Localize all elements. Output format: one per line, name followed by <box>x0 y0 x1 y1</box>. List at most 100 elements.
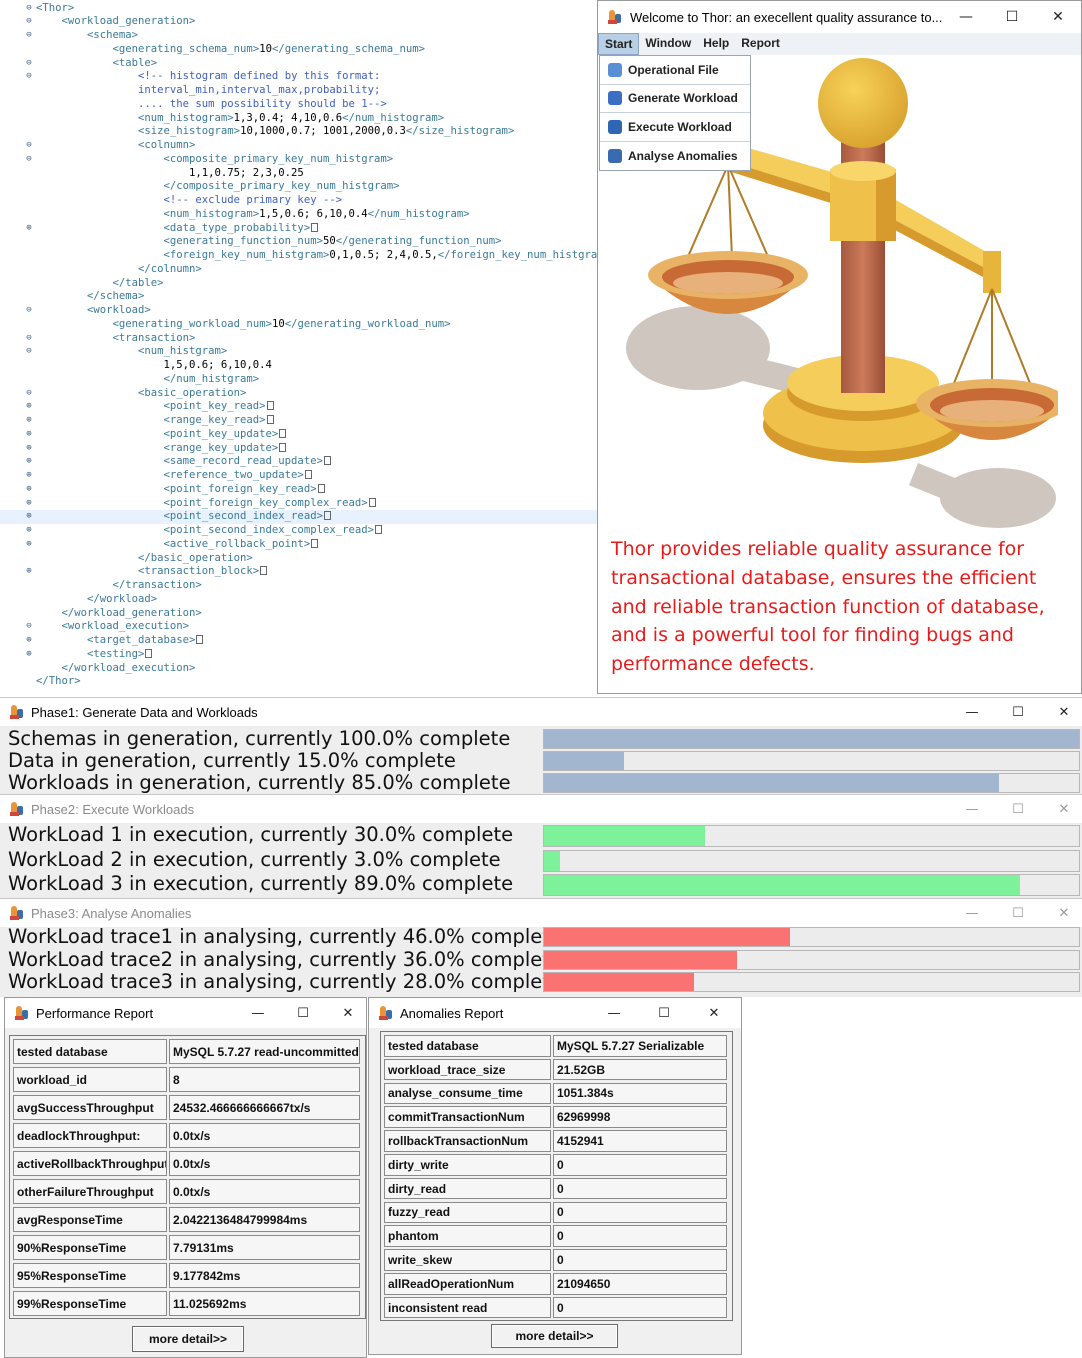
expand-fold-icon[interactable]: ⊕ <box>24 222 34 236</box>
xml-line[interactable]: .... the sum possibility should be 1--> <box>0 98 597 112</box>
expand-fold-icon[interactable]: ⊕ <box>24 483 34 497</box>
minimize-button[interactable]: — <box>943 1 989 33</box>
xml-line[interactable]: 1,5,0.6; 6,10,0.4 <box>0 359 597 373</box>
close-button[interactable]: ✕ <box>691 998 737 1028</box>
xml-line[interactable]: </Thor> <box>0 675 597 689</box>
xml-line[interactable]: </transaction> <box>0 579 597 593</box>
perf-more-detail-button[interactable]: more detail>> <box>132 1326 244 1352</box>
expand-fold-icon[interactable]: ⊕ <box>24 497 34 511</box>
phase-title-bar[interactable]: Phase2: Execute Workloads <box>0 795 1082 823</box>
xml-line[interactable]: </schema> <box>0 290 597 304</box>
expand-fold-icon[interactable]: ⊕ <box>24 634 34 648</box>
collapse-fold-icon[interactable]: ⊖ <box>24 153 34 167</box>
xml-line[interactable]: ⊖ <basic_operation> <box>0 387 597 401</box>
minimize-button[interactable]: — <box>591 998 637 1028</box>
xml-line[interactable]: </workload_generation> <box>0 607 597 621</box>
close-button[interactable]: ✕ <box>325 998 371 1028</box>
xml-line[interactable]: ⊕ <target_database> <box>0 634 597 648</box>
collapse-fold-icon[interactable]: ⊖ <box>24 15 34 29</box>
maximize-button[interactable]: ☐ <box>995 698 1041 726</box>
xml-line[interactable]: </workload_execution> <box>0 662 597 676</box>
maximize-button[interactable]: ☐ <box>641 998 687 1028</box>
expand-fold-icon[interactable]: ⊕ <box>24 414 34 428</box>
xml-line[interactable]: <!-- exclude primary key --> <box>0 194 597 208</box>
xml-line[interactable]: ⊕ <point_second_index_complex_read> <box>0 524 597 538</box>
xml-config-editor[interactable]: ⊖ <Thor> ⊖ <workload_generation> ⊖ <schema> <g… <box>0 0 597 694</box>
xml-line[interactable]: ⊖ <Thor> <box>0 2 597 16</box>
xml-line[interactable]: ⊕ <active_rollback_point> <box>0 538 597 552</box>
expand-fold-icon[interactable]: ⊕ <box>24 538 34 552</box>
expand-fold-icon[interactable]: ⊕ <box>24 442 34 456</box>
xml-line[interactable]: ⊕ <reference_two_update> <box>0 469 597 483</box>
xml-line[interactable]: </num_histgram> <box>0 373 597 387</box>
xml-line[interactable]: <num_histogram>1,5,0.6; 6,10,0.4</num_hi… <box>0 208 597 222</box>
xml-line[interactable]: interval_min,interval_max,probability; <box>0 84 597 98</box>
menu-item-analyse-anomalies[interactable]: Analyse Anomalies <box>600 142 750 171</box>
menu-item-execute-workload[interactable]: Execute Workload <box>600 113 750 142</box>
expand-fold-icon[interactable]: ⊕ <box>24 455 34 469</box>
xml-line[interactable]: ⊖ <num_histgram> <box>0 345 597 359</box>
close-button[interactable]: ✕ <box>1041 698 1082 726</box>
collapse-fold-icon[interactable]: ⊖ <box>24 2 34 16</box>
maximize-button[interactable]: ☐ <box>995 899 1041 927</box>
anom-more-detail-button[interactable]: more detail>> <box>491 1324 618 1348</box>
xml-line[interactable]: ⊕ <point_second_index_read> <box>0 510 597 524</box>
xml-line[interactable]: 1,1,0.75; 2,3,0.25 <box>0 167 597 181</box>
xml-line[interactable]: ⊕ <range_key_read> <box>0 414 597 428</box>
menu-window[interactable]: Window <box>639 33 697 55</box>
xml-line[interactable]: </workload> <box>0 593 597 607</box>
collapse-fold-icon[interactable]: ⊖ <box>24 304 34 318</box>
collapse-fold-icon[interactable]: ⊖ <box>24 345 34 359</box>
xml-line[interactable]: </table> <box>0 277 597 291</box>
minimize-button[interactable]: — <box>949 698 995 726</box>
expand-fold-icon[interactable]: ⊕ <box>24 565 34 579</box>
collapse-fold-icon[interactable]: ⊖ <box>24 387 34 401</box>
xml-line[interactable]: <generating_schema_num>10</generating_sc… <box>0 43 597 57</box>
xml-line[interactable]: ⊕ <data_type_probability> <box>0 222 597 236</box>
minimize-button[interactable]: — <box>949 899 995 927</box>
menu-start[interactable]: Start <box>598 33 640 55</box>
menu-item-generate-workload[interactable]: Generate Workload <box>600 85 750 113</box>
close-button[interactable]: ✕ <box>1041 899 1082 927</box>
collapse-fold-icon[interactable]: ⊖ <box>24 57 34 71</box>
xml-line[interactable]: ⊕ <range_key_update> <box>0 442 597 456</box>
collapse-fold-icon[interactable]: ⊖ <box>24 29 34 43</box>
xml-line[interactable]: ⊖ <schema> <box>0 29 597 43</box>
xml-line[interactable]: ⊕ <point_foreign_key_complex_read> <box>0 497 597 511</box>
maximize-button[interactable]: ☐ <box>989 1 1035 33</box>
menu-report[interactable]: Report <box>735 33 786 55</box>
xml-line[interactable]: <generating_workload_num>10</generating_… <box>0 318 597 332</box>
expand-fold-icon[interactable]: ⊕ <box>24 400 34 414</box>
xml-line[interactable]: ⊖ <colnumn> <box>0 139 597 153</box>
maximize-button[interactable]: ☐ <box>995 795 1041 823</box>
minimize-button[interactable]: — <box>949 795 995 823</box>
maximize-button[interactable]: ☐ <box>280 998 326 1028</box>
xml-line[interactable]: ⊕ <testing> <box>0 648 597 662</box>
xml-line[interactable]: ⊖ <table> <box>0 57 597 71</box>
xml-line[interactable]: <num_histogram>1,3,0.4; 4,10,0.6</num_hi… <box>0 112 597 126</box>
xml-line[interactable]: ⊕ <point_key_update> <box>0 428 597 442</box>
xml-line[interactable]: ⊖ <!-- histogram defined by this format: <box>0 70 597 84</box>
expand-fold-icon[interactable]: ⊕ <box>24 648 34 662</box>
xml-line[interactable]: ⊕ <point_key_read> <box>0 400 597 414</box>
xml-line[interactable]: ⊖ <transaction> <box>0 332 597 346</box>
close-button[interactable]: ✕ <box>1041 795 1082 823</box>
xml-line[interactable]: ⊖ <workload> <box>0 304 597 318</box>
xml-line[interactable]: ⊖ <workload_generation> <box>0 15 597 29</box>
xml-line[interactable]: ⊖ <composite_primary_key_num_histgram> <box>0 153 597 167</box>
xml-line[interactable]: ⊕ <same_record_read_update> <box>0 455 597 469</box>
menu-item-operational-file[interactable]: Operational File <box>600 56 750 85</box>
xml-line[interactable]: <generating_function_num>50</generating_… <box>0 235 597 249</box>
xml-line[interactable]: <size_histogram>10,1000,0.7; 1001,2000,0… <box>0 125 597 139</box>
phase-title-bar[interactable]: Phase1: Generate Data and Workloads <box>0 698 1082 726</box>
close-button[interactable]: ✕ <box>1035 1 1081 33</box>
expand-fold-icon[interactable]: ⊕ <box>24 469 34 483</box>
collapse-fold-icon[interactable]: ⊖ <box>24 70 34 84</box>
collapse-fold-icon[interactable]: ⊖ <box>24 620 34 634</box>
xml-line[interactable]: ⊕ <point_foreign_key_read> <box>0 483 597 497</box>
xml-line[interactable]: </basic_operation> <box>0 552 597 566</box>
expand-fold-icon[interactable]: ⊕ <box>24 510 34 524</box>
xml-line[interactable]: </colnumn> <box>0 263 597 277</box>
expand-fold-icon[interactable]: ⊕ <box>24 428 34 442</box>
collapse-fold-icon[interactable]: ⊖ <box>24 139 34 153</box>
